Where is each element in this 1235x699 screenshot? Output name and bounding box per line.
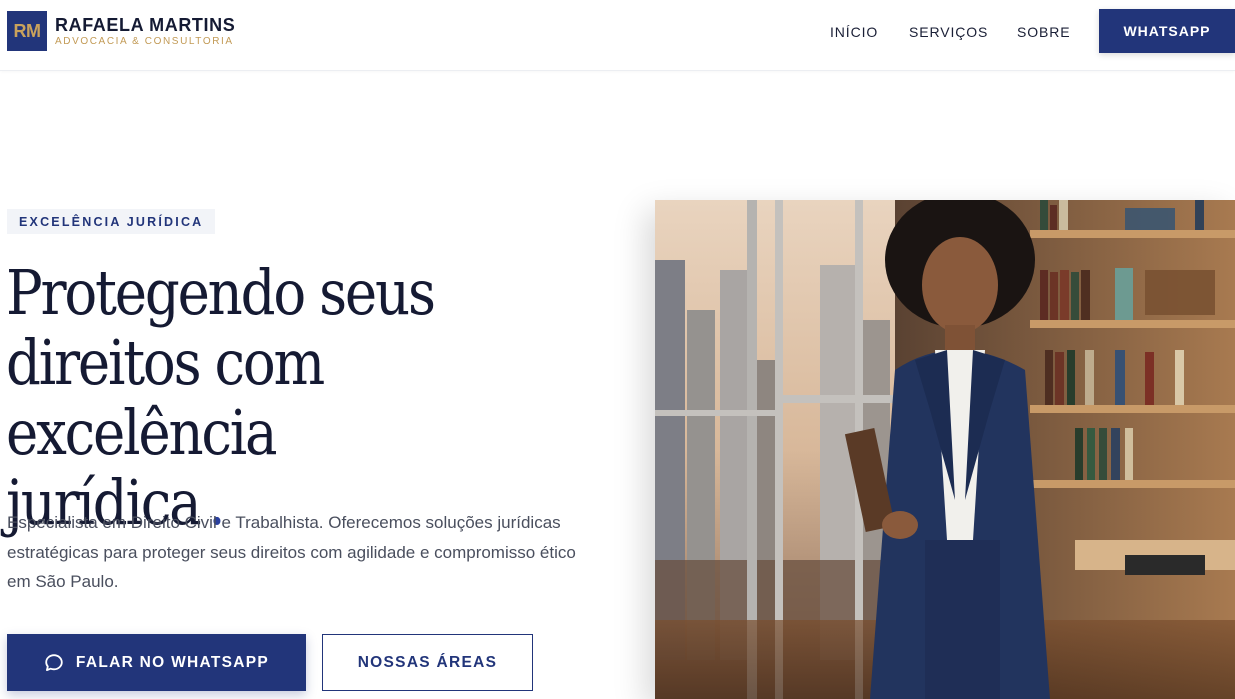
chat-bubble-icon <box>44 653 64 673</box>
whatsapp-header-button[interactable]: WHATSAPP <box>1099 9 1235 53</box>
talk-on-whatsapp-button[interactable]: FALAR NO WHATSAPP <box>7 634 306 691</box>
nav-link-servicos[interactable]: SERVIÇOS <box>909 24 988 40</box>
hero-headline: Protegendo seus direitos com excelência … <box>6 258 552 538</box>
our-areas-button[interactable]: NOSSAS ÁREAS <box>322 634 533 691</box>
nav-link-sobre[interactable]: SOBRE <box>1017 24 1071 40</box>
logo[interactable]: RM RAFAELA MARTINS ADVOCACIA & CONSULTOR… <box>7 11 235 51</box>
brand-name: RAFAELA MARTINS <box>55 14 236 35</box>
talk-on-whatsapp-label: FALAR NO WHATSAPP <box>75 653 270 671</box>
logo-mark: RM <box>7 11 47 51</box>
hero-badge: EXCELÊNCIA JURÍDICA <box>7 209 216 234</box>
headline-line-2: direitos com excelência <box>6 326 325 469</box>
lawyer-portrait-image <box>655 200 1235 699</box>
hero-description: Especialista em Direito Civil e Trabalhi… <box>7 513 576 591</box>
headline-line-1: Protegendo seus <box>6 256 436 329</box>
site-header: RM RAFAELA MARTINS ADVOCACIA & CONSULTOR… <box>0 0 1235 71</box>
logo-text: RAFAELA MARTINS ADVOCACIA & CONSULTORIA <box>55 15 235 48</box>
brand-subtitle: ADVOCACIA & CONSULTORIA <box>55 35 234 47</box>
nav-link-inicio[interactable]: INÍCIO <box>830 24 878 40</box>
